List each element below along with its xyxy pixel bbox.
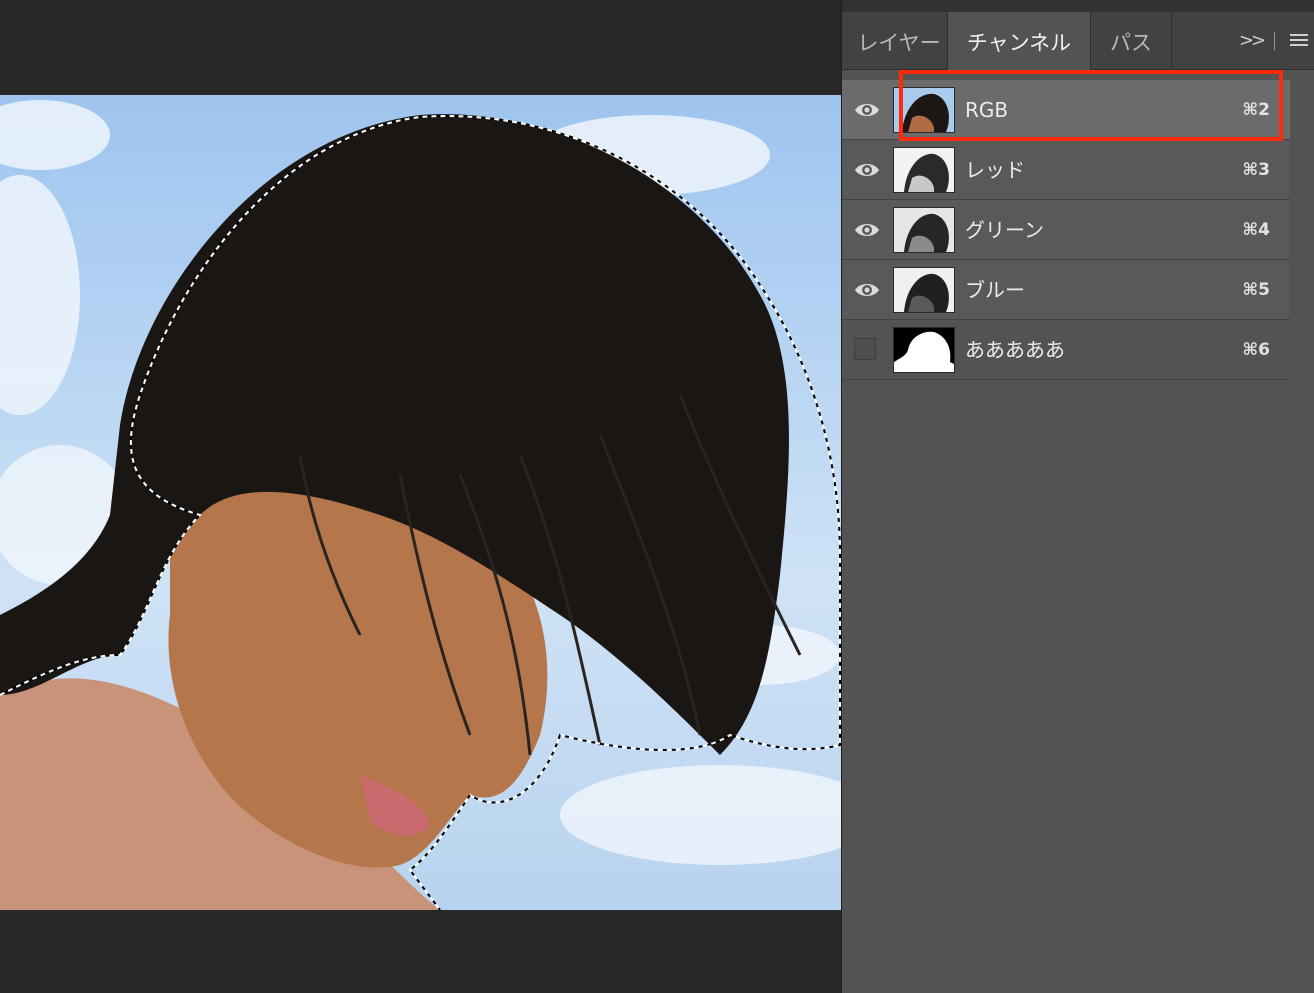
divider — [1274, 32, 1275, 50]
photo-artwork — [0, 100, 841, 910]
eye-icon[interactable] — [854, 219, 880, 241]
eye-icon[interactable] — [854, 99, 880, 121]
panel-tab-bar: レイヤー チャンネル パス >> — [842, 12, 1314, 70]
channel-thumbnail — [893, 147, 955, 193]
channel-thumbnail — [893, 207, 955, 253]
channel-row-green[interactable]: グリーン ⌘4 — [842, 200, 1290, 260]
channel-name: ブルー — [965, 278, 1025, 302]
channel-name: RGB — [965, 98, 1009, 122]
tab-paths[interactable]: パス — [1091, 12, 1171, 70]
channel-list: RGB ⌘2 レッド ⌘3 グリーン ⌘4 ブルー ⌘5 あああああ ⌘6 — [842, 80, 1290, 380]
channel-shortcut: ⌘6 — [1242, 340, 1270, 360]
channels-panel: レイヤー チャンネル パス >> RGB ⌘2 レッド ⌘3 グリーン ⌘4 ブ… — [841, 0, 1314, 993]
channel-name: レッド — [965, 158, 1025, 182]
channel-thumbnail — [893, 267, 955, 313]
panel-title-strip[interactable] — [842, 0, 1314, 12]
channel-thumbnail — [893, 87, 955, 133]
channel-name: グリーン — [965, 218, 1044, 242]
channel-shortcut: ⌘3 — [1242, 160, 1270, 180]
eye-icon[interactable] — [854, 279, 880, 301]
hamburger-menu-icon[interactable] — [1290, 34, 1308, 48]
document-image[interactable] — [0, 95, 841, 910]
channel-row-alpha[interactable]: あああああ ⌘6 — [842, 320, 1290, 380]
eye-icon[interactable] — [854, 159, 880, 181]
tab-layers[interactable]: レイヤー — [850, 12, 948, 70]
channel-shortcut: ⌘4 — [1242, 220, 1270, 240]
tab-channels[interactable]: チャンネル — [947, 12, 1091, 70]
channel-row-rgb[interactable]: RGB ⌘2 — [842, 80, 1290, 140]
channel-shortcut: ⌘2 — [1242, 100, 1270, 120]
tab-separator — [1171, 12, 1172, 70]
channel-shortcut: ⌘5 — [1242, 280, 1270, 300]
channel-thumbnail — [893, 327, 955, 373]
canvas-area[interactable] — [0, 0, 841, 993]
channel-row-red[interactable]: レッド ⌘3 — [842, 140, 1290, 200]
channel-name: あああああ — [965, 338, 1065, 362]
channel-row-blue[interactable]: ブルー ⌘5 — [842, 260, 1290, 320]
visibility-toggle[interactable] — [854, 338, 876, 360]
double-chevron-right-icon[interactable]: >> — [1238, 26, 1266, 56]
